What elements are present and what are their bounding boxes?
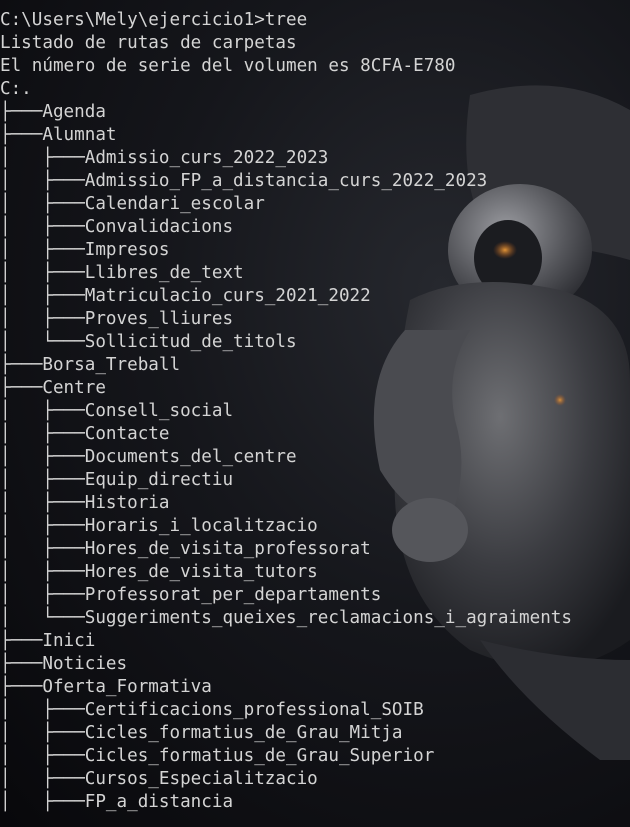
tree-line: │ ├───FP_a_distancia <box>0 792 234 812</box>
tree-line: │ ├───Cursos_Especialitzacio <box>0 769 318 789</box>
tree-line: ├───Borsa_Treball <box>0 355 181 375</box>
tree-line: │ ├───Matriculacio_curs_2021_2022 <box>0 286 371 306</box>
tree-line: │ ├───Horaris_i_localitzacio <box>0 516 318 536</box>
tree-line: ├───Alumnat <box>0 125 117 145</box>
tree-line: │ ├───Llibres_de_text <box>0 263 244 283</box>
tree-line: │ ├───Calendari_escolar <box>0 194 265 214</box>
tree-line: │ ├───Contacte <box>0 424 170 444</box>
tree-line: │ ├───Professorat_per_departaments <box>0 585 382 605</box>
tree-line: │ ├───Consell_social <box>0 401 234 421</box>
tree-line: │ ├───Historia <box>0 493 170 513</box>
output-line: Listado de rutas de carpetas <box>0 33 297 53</box>
tree-line: │ ├───Cicles_formatius_de_Grau_Superior <box>0 746 435 766</box>
tree-line: │ ├───Hores_de_visita_tutors <box>0 562 318 582</box>
tree-line: ├───Inici <box>0 631 96 651</box>
tree-line: │ ├───Hores_de_visita_professorat <box>0 539 371 559</box>
tree-line: │ └───Sollicitud_de_titols <box>0 332 297 352</box>
tree-line: ├───Centre <box>0 378 106 398</box>
tree-line: ├───Agenda <box>0 102 106 122</box>
tree-line: │ ├───Impresos <box>0 240 170 260</box>
output-line: C:. <box>0 79 32 99</box>
tree-line: │ ├───Convalidacions <box>0 217 234 237</box>
terminal-window[interactable]: C:\Users\Mely\ejercicio1>tree Listado de … <box>0 0 630 827</box>
console-output: C:\Users\Mely\ejercicio1>tree Listado de … <box>0 9 572 814</box>
tree-line: │ ├───Equip_directiu <box>0 470 234 490</box>
tree-line: ├───Noticies <box>0 654 128 674</box>
tree-line: │ ├───Documents_del_centre <box>0 447 297 467</box>
tree-line: │ ├───Proves_lliures <box>0 309 234 329</box>
tree-line: │ ├───Admissio_FP_a_distancia_curs_2022_… <box>0 171 488 191</box>
tree-line: │ ├───Cicles_formatius_de_Grau_Mitja <box>0 723 403 743</box>
tree-line: │ ├───Admissio_curs_2022_2023 <box>0 148 329 168</box>
tree-line: ├───Oferta_Formativa <box>0 677 212 697</box>
command-prompt: C:\Users\Mely\ejercicio1>tree <box>0 10 308 30</box>
output-line: El número de serie del volumen es 8CFA-E… <box>0 56 456 76</box>
tree-line: │ └───Suggeriments_queixes_reclamacions_… <box>0 608 572 628</box>
tree-line: │ ├───Certificacions_professional_SOIB <box>0 700 424 720</box>
